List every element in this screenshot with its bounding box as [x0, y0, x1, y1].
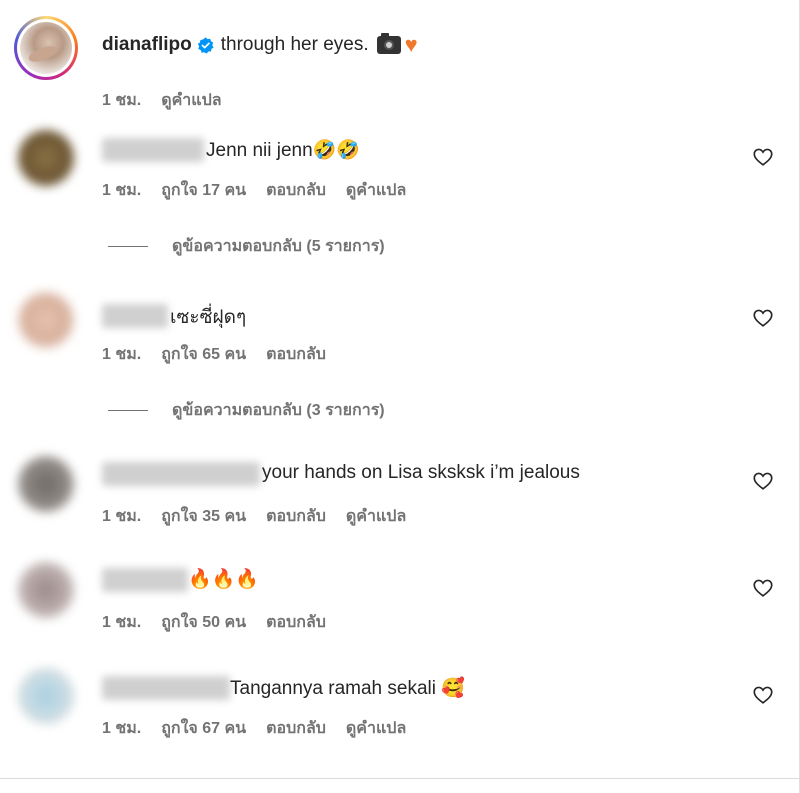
view-replies-label: ดูข้อความตอบกลับ (5 รายการ) [172, 238, 385, 255]
camera-emoji-icon [376, 33, 401, 54]
author-username[interactable]: dianaflipo [102, 34, 192, 56]
heart-like-icon[interactable] [752, 577, 774, 599]
comment-time: 1 ชม. [102, 182, 142, 199]
comment-time: 1 ชม. [102, 346, 142, 363]
comment-item: Tangannya ramah sekali 🥰 1 ชม. ถูกใจ 67 … [14, 662, 784, 752]
translate-link[interactable]: ดูคำแปล [346, 504, 406, 529]
comment-meta: 1 ชม. ถูกใจ 17 คน ตอบกลับ ดูคำแปล [102, 178, 406, 203]
author-avatar[interactable] [14, 16, 78, 80]
heart-like-icon[interactable] [752, 307, 774, 329]
commenter-avatar[interactable] [18, 292, 74, 348]
commenter-avatar[interactable] [18, 668, 74, 724]
comment-likes[interactable]: ถูกใจ 35 คน [161, 504, 246, 529]
comment-meta: 1 ชม. ถูกใจ 50 คน ตอบกลับ [102, 610, 326, 635]
comment-time: 1 ชม. [102, 720, 142, 737]
translate-link[interactable]: ดูคำแปล [346, 716, 406, 741]
comment-likes[interactable]: ถูกใจ 65 คน [161, 342, 246, 367]
comment-likes[interactable]: ถูกใจ 17 คน [161, 178, 246, 203]
comment-likes[interactable]: ถูกใจ 50 คน [161, 610, 246, 635]
translate-link[interactable]: ดูคำแปล [346, 178, 406, 203]
verified-badge-icon [197, 36, 214, 54]
comment-item: เซะซี่ฝุดๆ 1 ชม. ถูกใจ 65 คน ตอบกลับ [14, 284, 784, 374]
caption-translate-link[interactable]: ดูคำแปล [161, 88, 221, 113]
comment-time: 1 ชม. [102, 614, 142, 631]
view-replies-button[interactable]: ดูข้อความตอบกลับ (3 รายการ) [108, 398, 385, 423]
comment-item: your hands on Lisa sksksk i’m jealous 1 … [14, 448, 784, 538]
commenter-username[interactable] [102, 462, 260, 486]
reply-button[interactable]: ตอบกลับ [266, 178, 326, 203]
post-caption: dianaflipo through her eyes. ♥ 1 ชม. ดูค… [14, 16, 774, 109]
commenter-username[interactable] [102, 568, 188, 592]
comment-likes[interactable]: ถูกใจ 67 คน [161, 716, 246, 741]
comment-text: Jenn nii jenn🤣🤣 [206, 140, 361, 161]
heart-like-icon[interactable] [752, 470, 774, 492]
comment-meta: 1 ชม. ถูกใจ 65 คน ตอบกลับ [102, 342, 326, 367]
caption-time: 1 ชม. [102, 92, 142, 109]
comment-item: 🔥🔥🔥 1 ชม. ถูกใจ 50 คน ตอบกลับ [14, 556, 784, 646]
comment-text: your hands on Lisa sksksk i’m jealous [262, 462, 580, 483]
comment-meta: 1 ชม. ถูกใจ 67 คน ตอบกลับ ดูคำแปล [102, 716, 406, 741]
caption-line: dianaflipo through her eyes. ♥ [102, 32, 418, 57]
reply-button[interactable]: ตอบกลับ [266, 610, 326, 635]
commenter-avatar[interactable] [18, 456, 74, 512]
orange-heart-emoji-icon: ♥ [404, 32, 418, 57]
commenter-username[interactable] [102, 304, 168, 328]
comment-item: Jenn nii jenn🤣🤣 1 ชม. ถูกใจ 17 คน ตอบกลั… [14, 120, 784, 210]
bottom-divider [0, 778, 800, 779]
commenter-avatar[interactable] [18, 130, 74, 186]
commenter-username[interactable] [102, 138, 204, 162]
replies-dash [108, 410, 148, 411]
heart-like-icon[interactable] [752, 146, 774, 168]
view-replies-button[interactable]: ดูข้อความตอบกลับ (5 รายการ) [108, 234, 385, 259]
commenter-avatar[interactable] [18, 562, 74, 618]
comment-text: Tangannya ramah sekali 🥰 [230, 678, 465, 699]
comment-meta: 1 ชม. ถูกใจ 35 คน ตอบกลับ ดูคำแปล [102, 504, 406, 529]
view-replies-label: ดูข้อความตอบกลับ (3 รายการ) [172, 402, 385, 419]
reply-button[interactable]: ตอบกลับ [266, 716, 326, 741]
caption-meta: 1 ชม. ดูคำแปล [102, 88, 222, 113]
replies-dash [108, 246, 148, 247]
comment-time: 1 ชม. [102, 508, 142, 525]
heart-like-icon[interactable] [752, 684, 774, 706]
reply-button[interactable]: ตอบกลับ [266, 342, 326, 367]
comment-text: 🔥🔥🔥 [188, 569, 259, 590]
comment-text: เซะซี่ฝุดๆ [170, 307, 247, 328]
commenter-username[interactable] [102, 676, 230, 700]
reply-button[interactable]: ตอบกลับ [266, 504, 326, 529]
caption-text: through her eyes. [220, 34, 369, 55]
